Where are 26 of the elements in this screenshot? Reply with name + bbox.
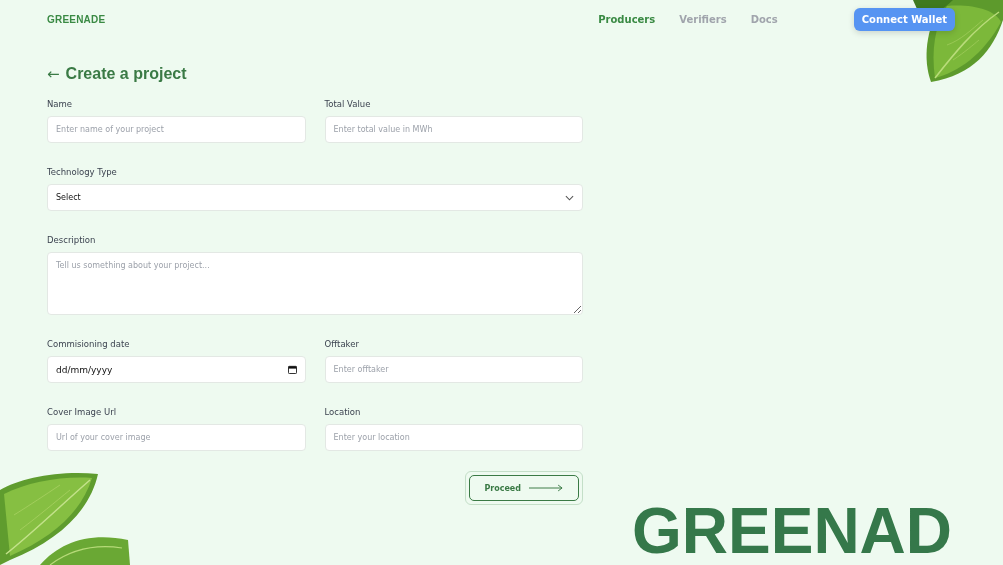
input-field[interactable]: Url of your cover image [47,424,306,451]
input-field[interactable]: Enter name of your project [47,116,306,143]
select-dropdown[interactable]: Select [47,184,583,211]
chevron-down-icon [565,194,574,201]
date-field[interactable]: dd/mm/yyyy [47,356,306,383]
input-field[interactable]: Enter total value in MWh [324,116,583,143]
brand-logo: GREENADE [47,14,106,25]
nav-link[interactable]: Producers [598,14,656,25]
field-label: Name [47,99,74,110]
field-label: Description [47,235,97,246]
field-label: Technology Type [47,167,118,178]
field-label: Commisioning date [47,339,131,350]
description-field[interactable]: Tell us something about your project... [47,252,583,315]
arrow-right-icon [529,484,564,492]
field-label: Cover Image Url [47,407,117,418]
input-field[interactable]: Enter offtaker [324,356,583,383]
proceed-button[interactable]: Proceed [469,475,579,501]
connect-wallet-button[interactable]: Connect Wallet [853,8,955,31]
back-arrow[interactable]: ← [47,65,60,83]
big-wordmark: GREENAD [632,499,953,563]
field-label: Total Value [324,99,372,110]
field-label: Location [324,407,362,418]
page-title: Create a project [65,65,187,83]
field-label: Offtaker [324,339,360,350]
input-field[interactable]: Enter your location [324,424,583,451]
calendar-icon [287,365,297,374]
